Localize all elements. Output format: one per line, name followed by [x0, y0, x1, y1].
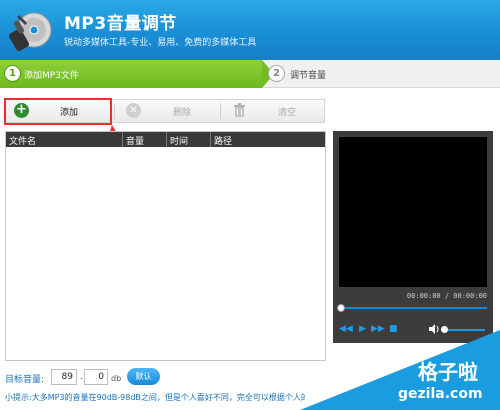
- playback-time: 00:00:00 / 00:00:00: [406, 292, 487, 300]
- watermark-url: gezila.com: [398, 386, 483, 402]
- volume-integer-input[interactable]: 89: [51, 369, 77, 385]
- step-add-files[interactable]: 1 添加MP3文件: [0, 60, 262, 88]
- app-subtitle: 锐动多媒体工具-专业、易用、免费的多媒体工具: [64, 38, 257, 48]
- default-button[interactable]: 默认: [127, 368, 160, 385]
- column-divider: [210, 132, 211, 147]
- highlight-box: [4, 98, 112, 125]
- clear-button-label: 清空: [278, 108, 297, 118]
- step-label: 添加MP3文件: [24, 71, 79, 81]
- step-bar: 1 添加MP3文件 2 调节音量: [0, 60, 500, 88]
- delete-button-label: 删除: [173, 108, 192, 118]
- step-number: 1: [4, 65, 21, 82]
- tip-text: 小提示:大多MP3的音量在90dB-98dB之间，但是个人喜好不同，完全可以根据…: [5, 393, 305, 402]
- clear-button[interactable]: 清空: [224, 100, 324, 122]
- file-list-header: 文件名 音量 时间 路径: [6, 132, 325, 147]
- volume-decimal-input[interactable]: 0: [84, 369, 108, 385]
- column-divider: [122, 132, 123, 147]
- column-path[interactable]: 路径: [214, 134, 232, 147]
- watermark-text: 格子啦: [418, 360, 478, 384]
- progress-bar[interactable]: [339, 307, 487, 309]
- toolbar-divider: [220, 103, 221, 119]
- file-list[interactable]: 文件名 音量 时间 路径: [5, 131, 326, 361]
- target-volume-label: 目标音量:: [5, 375, 45, 385]
- preview-player: 00:00:00 / 00:00:00 ◀◀ ▶ ▶▶ ■: [333, 131, 493, 343]
- column-divider: [166, 132, 167, 147]
- volume-unit: db: [111, 374, 122, 383]
- decimal-point: .: [80, 372, 83, 382]
- video-screen: [339, 137, 487, 287]
- delete-icon: ✕: [126, 103, 141, 118]
- app-header: MP3音量调节 锐动多媒体工具-专业、易用、免费的多媒体工具: [0, 0, 500, 60]
- column-filename[interactable]: 文件名: [9, 134, 36, 147]
- step-adjust-volume[interactable]: 调节音量: [290, 68, 326, 81]
- trash-icon: [234, 103, 245, 117]
- progress-handle[interactable]: [337, 304, 345, 312]
- step-number[interactable]: 2: [268, 65, 285, 82]
- app-logo-icon: [9, 12, 52, 52]
- app-title: MP3音量调节: [64, 14, 177, 34]
- column-time[interactable]: 时间: [170, 134, 188, 147]
- column-volume[interactable]: 音量: [126, 134, 144, 147]
- toolbar-divider: [114, 103, 115, 119]
